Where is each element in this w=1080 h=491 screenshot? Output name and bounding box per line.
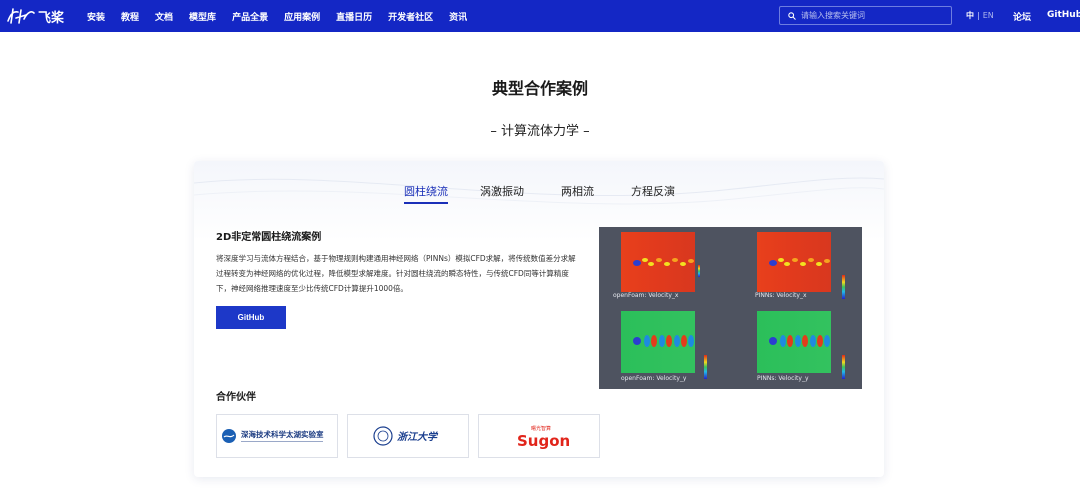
nav-item-install[interactable]: 安装 bbox=[87, 10, 105, 23]
github-button[interactable]: GitHub bbox=[216, 306, 286, 329]
nav-forum[interactable]: 论坛 bbox=[1013, 10, 1031, 23]
case-title: 2D非定常圆柱绕流案例 bbox=[216, 232, 322, 243]
tab-equation-inversion[interactable]: 方程反演 bbox=[631, 183, 675, 199]
nav-item-live[interactable]: 直播日历 bbox=[336, 10, 372, 23]
velocity-field-plots: openFoam: Velocity_x PINNs: Velocity_x o… bbox=[613, 232, 845, 382]
search-input[interactable] bbox=[801, 11, 941, 20]
search-box[interactable] bbox=[779, 6, 952, 25]
nav-item-models[interactable]: 模型库 bbox=[189, 10, 216, 23]
zju-logo-icon: 浙江大学 bbox=[373, 426, 439, 446]
brand-logo[interactable]: 飞桨 bbox=[6, 6, 64, 26]
panel-label-openfoam-vy: openFoam: Velocity_y bbox=[621, 375, 687, 382]
nav-item-cases[interactable]: 应用案例 bbox=[284, 10, 320, 23]
main-nav: 安装 教程 文档 模型库 产品全景 应用案例 直播日历 开发者社区 资讯 bbox=[87, 0, 483, 32]
page-title: 典型合作案例 bbox=[491, 79, 588, 98]
lang-separator: | bbox=[977, 11, 980, 20]
tab-two-phase-flow[interactable]: 两相流 bbox=[561, 183, 594, 199]
partners-title: 合作伙伴 bbox=[216, 392, 256, 403]
panel-label-pinns-vx: PINNs: Velocity_x bbox=[755, 292, 807, 299]
lang-zh[interactable]: 中 bbox=[966, 10, 974, 21]
language-switch: 中 | EN bbox=[966, 10, 994, 21]
panel-label-pinns-vy: PINNs: Velocity_y bbox=[757, 375, 809, 382]
tab-cylinder-flow[interactable]: 圆柱绕流 bbox=[404, 183, 448, 199]
case-card: 圆柱绕流 涡激振动 两相流 方程反演 2D非定常圆柱绕流案例 将深度学习与流体方… bbox=[194, 161, 884, 477]
nav-item-news[interactable]: 资讯 bbox=[449, 10, 467, 23]
case-tabs: 圆柱绕流 涡激振动 两相流 方程反演 bbox=[194, 183, 884, 207]
active-tab-indicator bbox=[404, 202, 448, 204]
partner-name-lab: 深海技术科学太湖实验室 bbox=[241, 429, 324, 439]
section-subtitle: – 计算流体力学 – bbox=[490, 124, 590, 139]
nav-item-community[interactable]: 开发者社区 bbox=[388, 10, 433, 23]
lang-en[interactable]: EN bbox=[983, 11, 994, 20]
logo-text: 飞桨 bbox=[38, 10, 65, 26]
nav-item-products[interactable]: 产品全景 bbox=[232, 10, 268, 23]
tab-vortex-vibration[interactable]: 涡激振动 bbox=[480, 183, 524, 199]
partner-card-zju[interactable]: 浙江大学 bbox=[347, 414, 469, 458]
paddle-logo-icon bbox=[7, 8, 35, 24]
partner-card-lab[interactable]: 深海技术科学太湖实验室 bbox=[216, 414, 338, 458]
nav-github[interactable]: GitHub bbox=[1047, 10, 1080, 20]
case-description: 将深度学习与流体方程结合，基于物理规则构建通用神经网络（PINNs）模拟CFD求… bbox=[216, 254, 576, 293]
partner-name-zju: 浙江大学 bbox=[397, 431, 439, 443]
nav-item-docs[interactable]: 文档 bbox=[155, 10, 173, 23]
sugon-logo-icon: 曙光智算 Sugon bbox=[517, 425, 569, 450]
partner-name-sugon: Sugon bbox=[517, 432, 569, 450]
simulation-figure: openFoam: Velocity_x PINNs: Velocity_x o… bbox=[599, 227, 862, 389]
top-navbar: 飞桨 安装 教程 文档 模型库 产品全景 应用案例 直播日历 开发者社区 资讯 … bbox=[0, 0, 1080, 32]
lab-logo-icon: 深海技术科学太湖实验室 bbox=[222, 429, 324, 443]
search-icon bbox=[788, 11, 796, 20]
partner-card-sugon[interactable]: 曙光智算 Sugon bbox=[478, 414, 600, 458]
panel-label-openfoam-vx: openFoam: Velocity_x bbox=[613, 292, 679, 299]
partner-subname-sugon: 曙光智算 bbox=[531, 425, 551, 432]
nav-item-tutorial[interactable]: 教程 bbox=[121, 10, 139, 23]
